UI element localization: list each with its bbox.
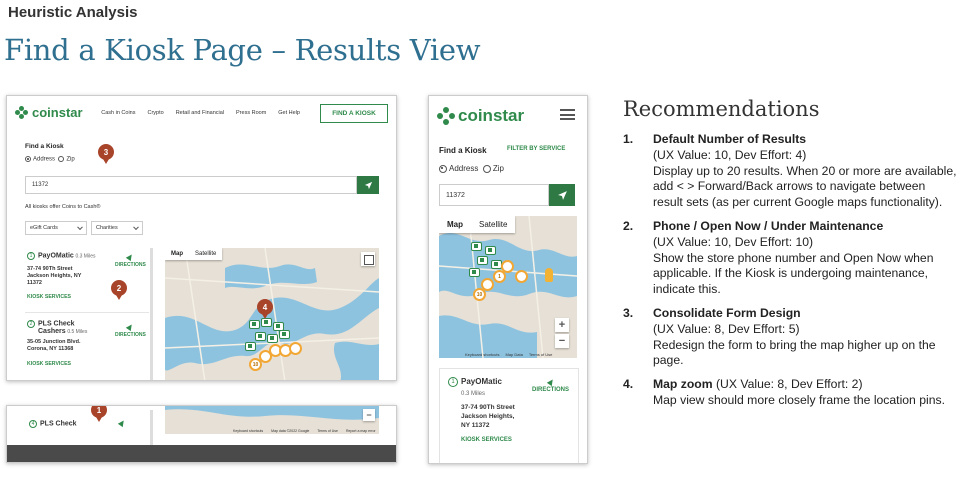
- desktop-map[interactable]: Map Satellite 10: [165, 248, 379, 380]
- tab-satellite[interactable]: Satellite: [189, 248, 222, 260]
- nav-retail-financial[interactable]: Retail and Financial: [176, 110, 224, 116]
- mobile-map[interactable]: Map Satellite 1 10 + − Keyboard shortcut…: [439, 216, 577, 358]
- kiosk-pin[interactable]: [255, 332, 266, 341]
- filter-by-service-link[interactable]: FILTER BY SERVICE: [507, 146, 565, 152]
- radio-address[interactable]: [25, 156, 31, 162]
- desktop-map-type-tabs: Map Satellite: [165, 248, 223, 260]
- main-nav: Cash in Coins Crypto Retail and Financia…: [101, 110, 300, 116]
- chevron-down-icon: [77, 224, 83, 231]
- kiosk-pin[interactable]: [469, 268, 480, 277]
- result-item-1[interactable]: 1 PayOMatic 0.3 Miles 37-74 90Th Street J…: [448, 377, 515, 443]
- search-type-radios: Address Zip: [25, 156, 75, 163]
- tab-satellite[interactable]: Satellite: [471, 216, 515, 233]
- directions-arrow-icon: [126, 252, 135, 262]
- annotation-badge-2: 2: [111, 280, 127, 300]
- tab-map[interactable]: Map: [165, 248, 189, 260]
- kiosk-pin[interactable]: [485, 246, 496, 255]
- recommendations-title: Recommendations: [623, 97, 820, 121]
- search-type-radios: Address Zip: [439, 164, 504, 173]
- chevron-down-icon: [133, 224, 139, 231]
- radio-address[interactable]: [439, 164, 447, 173]
- kiosk-pin[interactable]: [267, 334, 278, 343]
- zoom-out-button[interactable]: −: [363, 409, 375, 421]
- nav-crypto[interactable]: Crypto: [148, 110, 164, 116]
- coinstar-logo[interactable]: coinstar: [15, 105, 83, 120]
- directions-link-2[interactable]: DIRECTIONS: [115, 322, 146, 338]
- kiosk-pin[interactable]: [279, 330, 290, 339]
- kiosk-pin[interactable]: [477, 256, 488, 265]
- filter-charities-select[interactable]: Charities: [91, 221, 143, 235]
- directions-arrow-icon: [546, 377, 555, 387]
- result-pin[interactable]: 10: [473, 288, 486, 301]
- annotation-badge-3: 3: [98, 144, 114, 164]
- map-footer: Keyboard shortcuts Map data ©2022 Google…: [233, 429, 376, 433]
- desktop-mockup-scrolled: 4 PLS Check Keyboard shortcuts Map data ©…: [6, 405, 397, 463]
- map-footer: Keyboard shortcuts Map Data Terms of Use: [465, 352, 553, 357]
- kiosk-pin[interactable]: [249, 320, 260, 329]
- result-item-2[interactable]: 2 PLS Check Cashers 0.5 Miles 35-05 Junct…: [27, 320, 87, 367]
- kiosk-pin[interactable]: [261, 318, 272, 327]
- kiosk-services-link[interactable]: KIOSK SERVICES: [27, 361, 87, 367]
- navigate-arrow-icon: [364, 181, 372, 189]
- recommendation-item-3: 3. Consolidate Form Design (UX Value: 8,…: [623, 305, 936, 368]
- find-kiosk-label: Find a Kiosk: [25, 143, 64, 150]
- navigate-arrow-icon: [557, 190, 567, 200]
- radio-zip[interactable]: [58, 156, 65, 162]
- result-item-1[interactable]: 1 PayOMatic 0.3 Miles 37-74 90Th Street J…: [27, 252, 95, 300]
- recommendation-item-2: 2. Phone / Open Now / Under Maintenance …: [623, 218, 934, 297]
- desktop-map-scrolled[interactable]: Keyboard shortcuts Map data ©2022 Google…: [165, 406, 379, 434]
- zoom-in-button[interactable]: +: [555, 318, 569, 332]
- desktop-mockup: coinstar Cash in Coins Crypto Retail and…: [6, 95, 397, 381]
- footer-bar: [7, 445, 396, 462]
- recommendation-item-4: 4. Map zoom (UX Value: 8, Dev Effort: 2)…: [623, 377, 945, 407]
- find-kiosk-button[interactable]: FIND A KIOSK: [320, 104, 388, 123]
- kiosk-pin[interactable]: [245, 342, 256, 351]
- directions-link[interactable]: DIRECTIONS: [532, 377, 569, 393]
- radio-zip[interactable]: [482, 164, 491, 173]
- desktop-search-input[interactable]: 11372: [25, 176, 357, 194]
- filter-egift-select[interactable]: eGift Cards: [25, 221, 87, 235]
- mobile-map-type-tabs: Map Satellite: [439, 216, 516, 233]
- coinstar-logo[interactable]: coinstar: [437, 106, 524, 126]
- result-pin[interactable]: [515, 270, 528, 283]
- section-eyebrow: Heuristic Analysis: [8, 4, 138, 21]
- kiosk-services-link[interactable]: KIOSK SERVICES: [448, 437, 515, 443]
- coinstar-logo-icon: [15, 105, 29, 120]
- menu-icon[interactable]: [560, 109, 575, 120]
- recommendation-item-1: 1. Default Number of Results (UX Value: …: [623, 132, 957, 210]
- mobile-result-card[interactable]: 1 PayOMatic 0.3 Miles 37-74 90Th Street J…: [439, 368, 579, 463]
- directions-link-1[interactable]: DIRECTIONS: [115, 252, 146, 268]
- directions-arrow-icon: [126, 322, 135, 332]
- mobile-mockup: coinstar Find a Kiosk FILTER BY SERVICE …: [428, 95, 588, 464]
- find-kiosk-label: Find a Kiosk: [439, 146, 487, 155]
- recommendations-list: 1. Default Number of Results (UX Value: …: [623, 132, 958, 417]
- nav-press-room[interactable]: Press Room: [236, 110, 266, 116]
- result-pin[interactable]: 10: [249, 358, 262, 371]
- tab-map[interactable]: Map: [439, 216, 471, 233]
- mobile-search-go-button[interactable]: [549, 184, 575, 206]
- nav-get-help[interactable]: Get Help: [278, 110, 300, 116]
- fullscreen-icon[interactable]: [361, 252, 375, 266]
- nav-cash-in-coins[interactable]: Cash in Coins: [101, 110, 135, 116]
- desktop-header: coinstar Cash in Coins Crypto Retail and…: [7, 96, 396, 130]
- mobile-search-input[interactable]: 11372: [439, 184, 549, 206]
- results-list[interactable]: 1 PayOMatic 0.3 Miles 37-74 90Th Street J…: [25, 248, 153, 380]
- coinstar-logo-icon: [437, 107, 455, 125]
- result-pin[interactable]: [289, 342, 302, 355]
- kiosk-pin[interactable]: [471, 242, 482, 251]
- desktop-search-go-button[interactable]: [357, 176, 379, 194]
- notice-text: All kiosks offer Coins to Cash®: [25, 204, 101, 210]
- result-pin[interactable]: 1: [493, 270, 506, 283]
- page-title: Find a Kiosk Page – Results View: [4, 33, 481, 67]
- kiosk-services-link[interactable]: KIOSK SERVICES: [27, 294, 95, 300]
- zoom-out-button[interactable]: −: [555, 334, 569, 348]
- map-water-shapes: [165, 248, 379, 380]
- annotation-badge-4: 4: [257, 299, 273, 319]
- street-view-pegman-icon[interactable]: [545, 268, 553, 282]
